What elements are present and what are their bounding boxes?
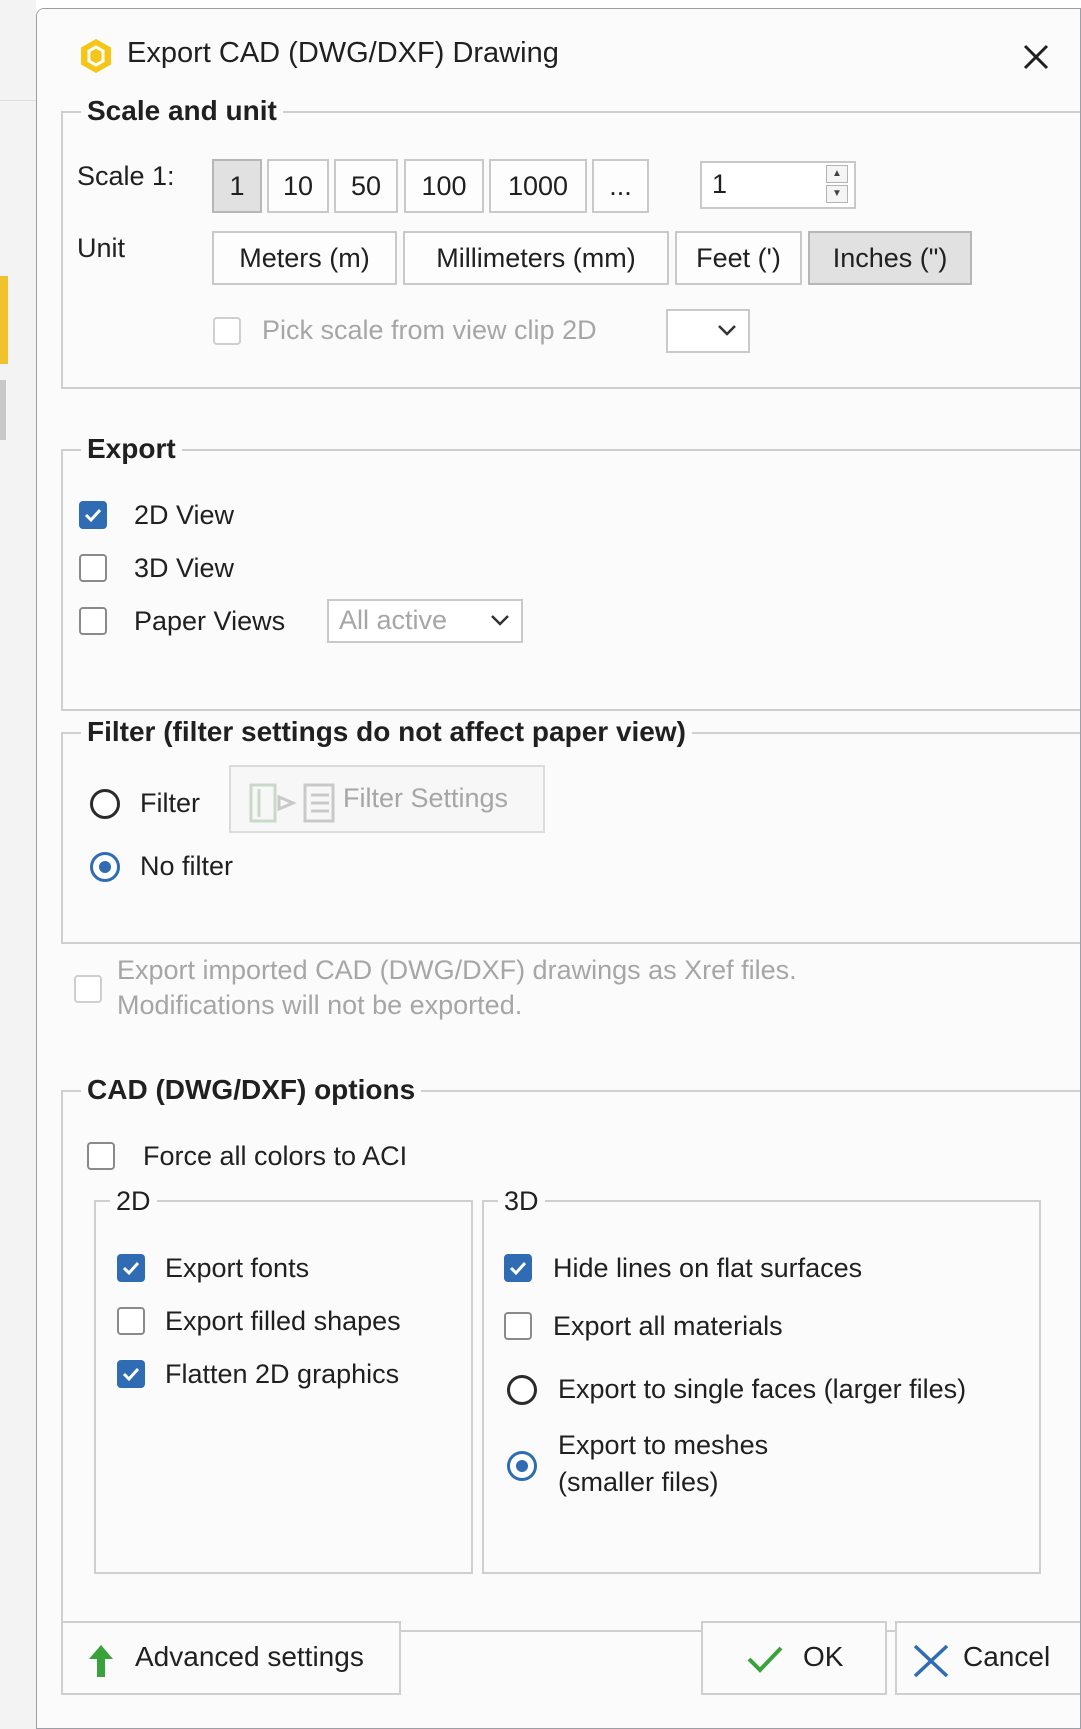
scale-button-10[interactable]: 10 [267, 159, 329, 213]
view-2d-checkbox[interactable] [79, 501, 107, 529]
paper-views-dropdown[interactable]: All active [327, 599, 523, 643]
no-filter-label: No filter [140, 851, 234, 881]
chevron-down-icon [718, 325, 736, 336]
unit-button-millimeters[interactable]: Millimeters (mm) [403, 231, 669, 285]
meshes-label-line1: Export to meshes [558, 1430, 769, 1460]
checkmark-icon [747, 1646, 783, 1673]
stepper-up-icon[interactable]: ▲ [826, 165, 848, 183]
filter-legend: Filter (filter settings do not affect pa… [81, 714, 692, 750]
checkmark-icon [122, 1261, 140, 1276]
unit-button-inches[interactable]: Inches (") [808, 231, 972, 285]
checkmark-icon [84, 508, 102, 523]
scale-label: Scale 1: [77, 161, 175, 191]
background-window [0, 0, 36, 1729]
cancel-label: Cancel [963, 1641, 1051, 1672]
ok-button[interactable]: OK [701, 1621, 887, 1695]
view-clip-dropdown[interactable] [666, 309, 750, 353]
export-fonts-label: Export fonts [165, 1253, 310, 1283]
x-cancel-icon [913, 1644, 949, 1678]
pick-scale-checkbox[interactable] [213, 317, 241, 345]
xref-label-line2: Modifications will not be exported. [117, 990, 523, 1020]
paper-views-label: Paper Views [134, 606, 286, 636]
export-cad-dialog: Export CAD (DWG/DXF) Drawing Scale and u… [36, 8, 1081, 1729]
export-filled-shapes-label: Export filled shapes [165, 1306, 401, 1336]
paper-views-checkbox[interactable] [79, 607, 107, 635]
meshes-label-line2: (smaller files) [558, 1467, 719, 1497]
xref-label: Export imported CAD (DWG/DXF) drawings a… [117, 953, 877, 1023]
stepper-down-icon[interactable]: ▼ [826, 185, 848, 203]
pick-scale-label: Pick scale from view clip 2D [262, 315, 597, 345]
export-legend: Export [81, 431, 182, 467]
dialog-title: Export CAD (DWG/DXF) Drawing [127, 37, 559, 69]
scale-button-1[interactable]: 1 [212, 159, 262, 213]
advanced-settings-label: Advanced settings [135, 1641, 364, 1672]
view-3d-label: 3D View [134, 553, 235, 583]
single-faces-radio[interactable] [507, 1375, 537, 1405]
single-faces-label: Export to single faces (larger files) [558, 1374, 967, 1404]
scale-button-100[interactable]: 100 [404, 159, 484, 213]
filter-settings-label: Filter Settings [343, 783, 509, 813]
checkmark-icon [509, 1261, 527, 1276]
no-filter-radio[interactable] [90, 852, 120, 882]
xref-checkbox[interactable] [74, 975, 102, 1003]
title-bar: Export CAD (DWG/DXF) Drawing [37, 9, 1080, 95]
unit-button-meters[interactable]: Meters (m) [212, 231, 397, 285]
hexagon-app-icon [77, 37, 115, 75]
export-filled-shapes-checkbox[interactable] [117, 1307, 145, 1335]
meshes-radio[interactable] [507, 1451, 537, 1481]
view-2d-label: 2D View [134, 500, 235, 530]
scale-value: 1 [712, 169, 728, 199]
hide-lines-label: Hide lines on flat surfaces [553, 1253, 863, 1283]
chevron-down-icon [491, 615, 509, 626]
flatten-2d-label: Flatten 2D graphics [165, 1359, 400, 1389]
cad-options-legend: CAD (DWG/DXF) options [81, 1072, 422, 1108]
scale-unit-legend: Scale and unit [81, 93, 283, 129]
force-aci-checkbox[interactable] [87, 1142, 115, 1170]
group-3d-legend: 3D [498, 1184, 545, 1218]
scale-button-1000[interactable]: 1000 [489, 159, 587, 213]
background-accent-tab [0, 276, 8, 364]
cancel-button[interactable]: Cancel [895, 1621, 1080, 1695]
view-3d-checkbox[interactable] [79, 554, 107, 582]
unit-button-feet[interactable]: Feet (') [675, 231, 802, 285]
xref-label-line1: Export imported CAD (DWG/DXF) drawings a… [117, 955, 797, 985]
background-text-fragment [0, 380, 6, 440]
filter-radio-label: Filter [140, 788, 200, 818]
export-materials-checkbox[interactable] [504, 1312, 532, 1340]
stepper-arrows[interactable]: ▲ ▼ [826, 165, 850, 205]
advanced-settings-button[interactable]: Advanced settings [61, 1621, 401, 1695]
background-divider [0, 100, 36, 101]
hide-lines-checkbox[interactable] [504, 1254, 532, 1282]
ok-label: OK [803, 1641, 844, 1672]
close-icon [1023, 44, 1049, 70]
export-materials-label: Export all materials [553, 1311, 783, 1341]
flatten-2d-checkbox[interactable] [117, 1360, 145, 1388]
filter-group: Filter (filter settings do not affect pa… [61, 714, 1080, 944]
close-button[interactable] [1016, 37, 1056, 77]
scale-more-button[interactable]: ... [592, 159, 649, 213]
group-2d-legend: 2D [110, 1184, 157, 1218]
force-aci-label: Force all colors to ACI [143, 1141, 408, 1171]
export-fonts-checkbox[interactable] [117, 1254, 145, 1282]
filter-settings-icon [249, 783, 335, 823]
filter-settings-button[interactable]: Filter Settings [229, 765, 545, 833]
green-up-arrow-icon [89, 1645, 113, 1677]
checkmark-icon [122, 1367, 140, 1382]
unit-label: Unit [77, 233, 126, 263]
scale-button-50[interactable]: 50 [334, 159, 398, 213]
paper-views-dropdown-value: All active [339, 605, 448, 635]
filter-radio[interactable] [90, 789, 120, 819]
scale-value-stepper[interactable]: 1 ▲ ▼ [700, 161, 856, 209]
